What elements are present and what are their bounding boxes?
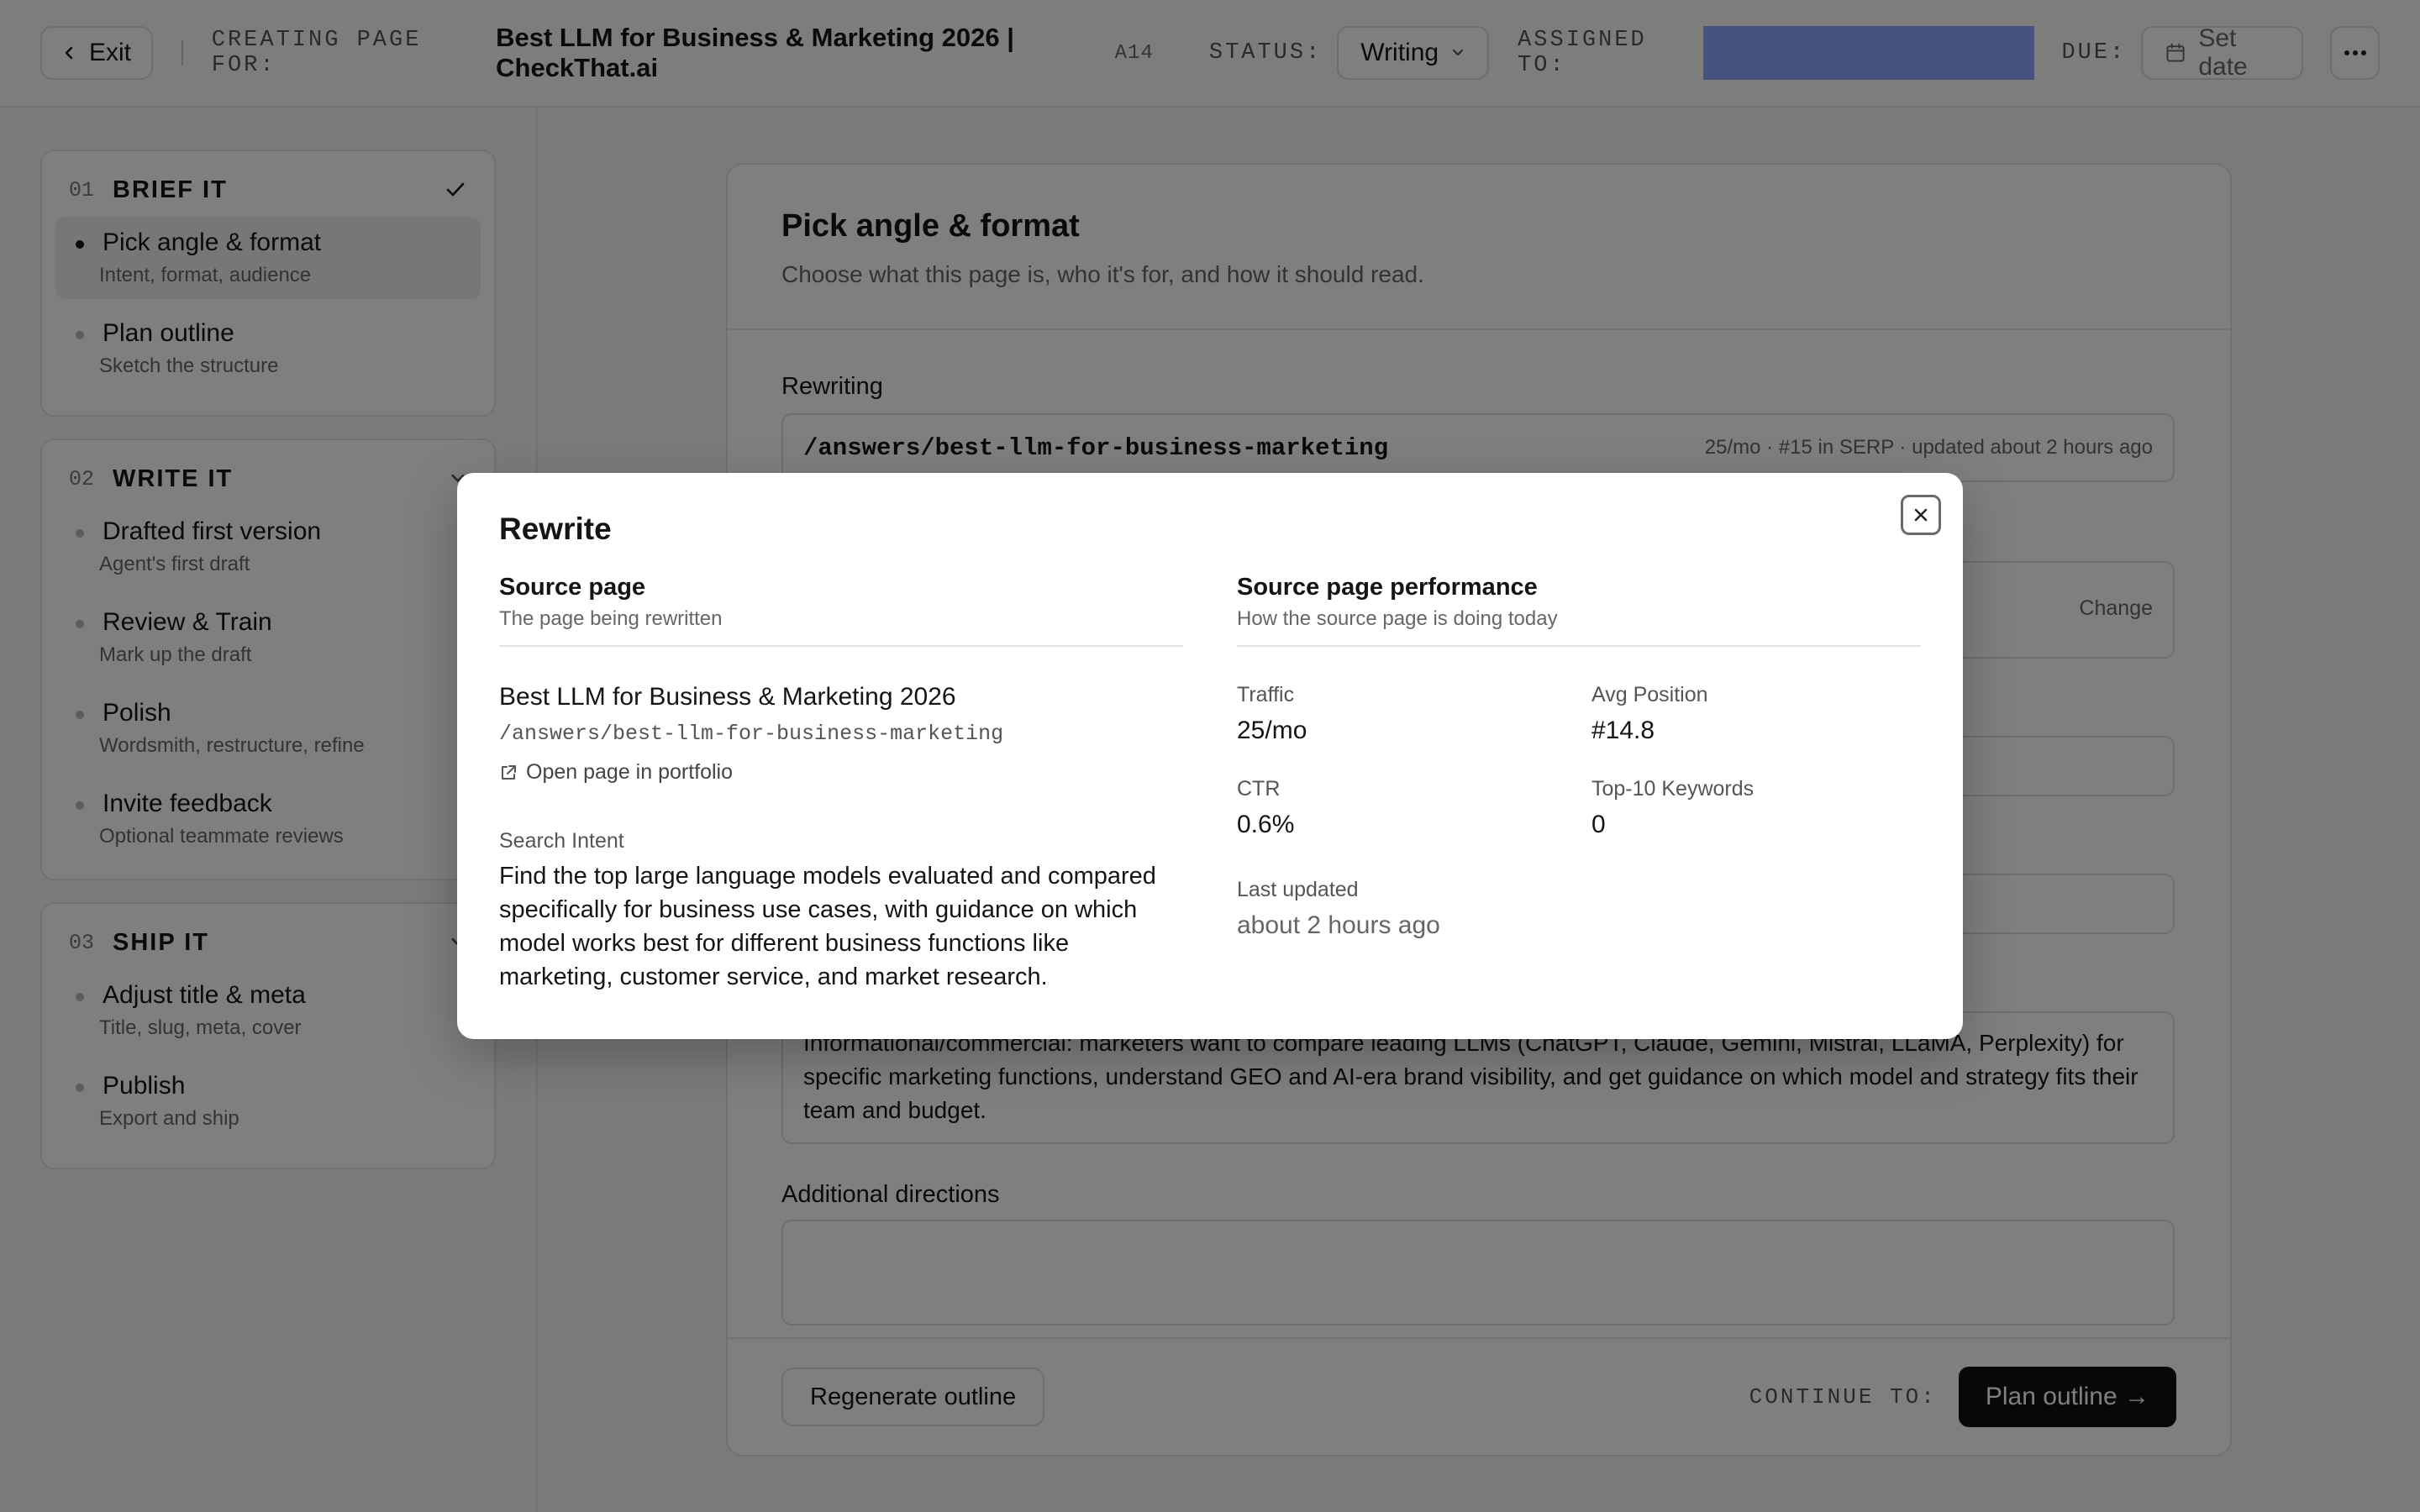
last-updated-label: Last updated xyxy=(1237,878,1359,901)
open-in-portfolio-label: Open page in portfolio xyxy=(526,760,734,784)
search-intent-label: Search Intent xyxy=(499,829,624,853)
external-link-icon xyxy=(502,764,516,780)
ctr-label: CTR xyxy=(1237,777,1281,801)
rewrite-modal: Rewrite Source page The page being rewri… xyxy=(457,473,1963,1039)
source-page-subheading: The page being rewritten xyxy=(499,607,723,630)
close-button[interactable] xyxy=(1901,495,1941,535)
open-in-portfolio-link[interactable]: Open page in portfolio xyxy=(499,760,733,785)
ctr-value: 0.6% xyxy=(1237,811,1295,838)
traffic-value: 25/mo xyxy=(1237,717,1307,744)
close-icon xyxy=(1914,508,1928,522)
top10-keywords-value: 0 xyxy=(1591,811,1606,838)
avg-position-label: Avg Position xyxy=(1591,683,1708,706)
source-page-title: Best LLM for Business & Marketing 2026 xyxy=(499,683,956,711)
modal-title: Rewrite xyxy=(499,512,612,546)
performance-subheading: How the source page is doing today xyxy=(1237,607,1558,630)
divider xyxy=(1237,645,1921,647)
performance-heading: Source page performance xyxy=(1237,574,1538,601)
search-intent-text: Find the top large language models evalu… xyxy=(499,863,1156,990)
top10-keywords-label: Top-10 Keywords xyxy=(1591,777,1754,801)
source-page-path: /answers/best-llm-for-business-marketing xyxy=(499,722,1004,746)
source-page-heading: Source page xyxy=(499,574,646,601)
avg-position-value: #14.8 xyxy=(1591,717,1655,744)
traffic-label: Traffic xyxy=(1237,683,1295,706)
last-updated-value: about 2 hours ago xyxy=(1237,911,1440,939)
divider xyxy=(499,645,1183,647)
